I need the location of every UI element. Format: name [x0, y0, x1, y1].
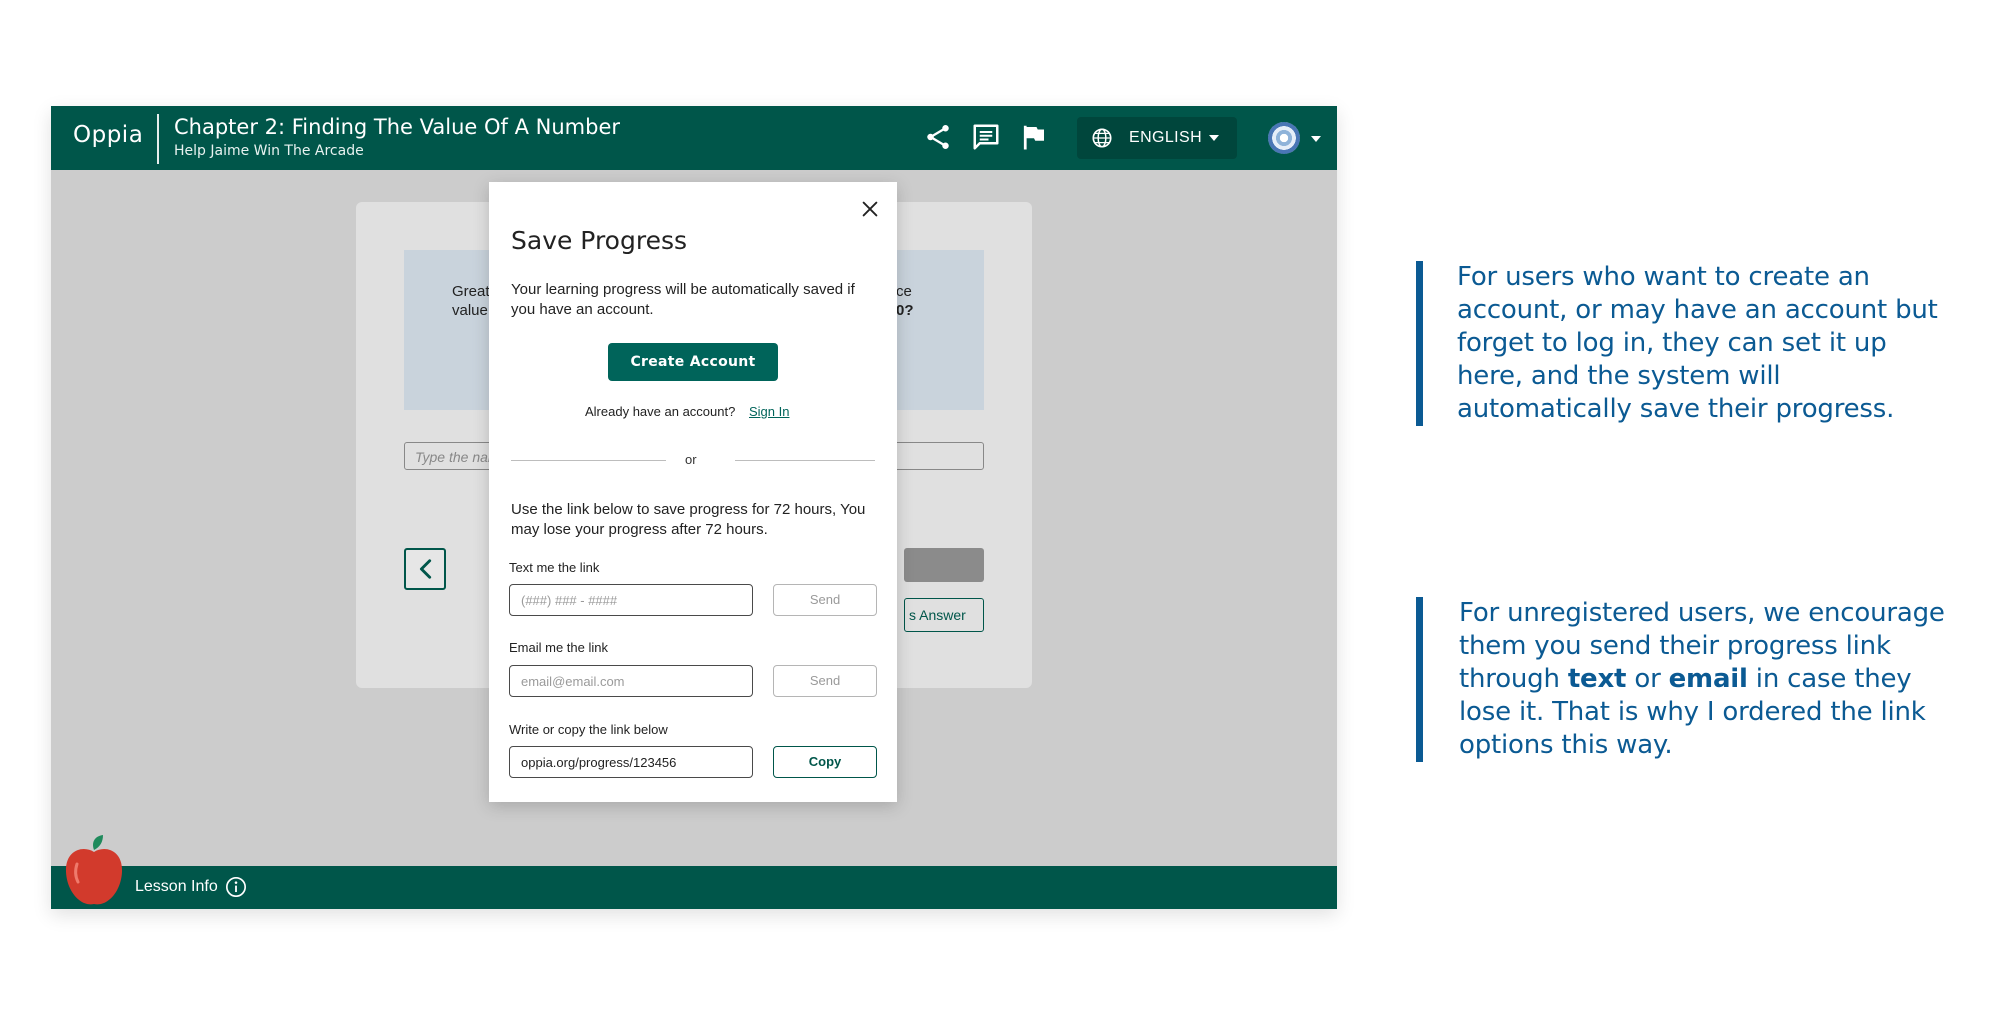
- or-divider-left: [511, 460, 666, 461]
- lesson-info-label[interactable]: Lesson Info: [135, 878, 218, 896]
- phone-input[interactable]: [509, 584, 753, 616]
- chevron-down-icon: [1209, 135, 1219, 141]
- continue-button[interactable]: [904, 548, 984, 582]
- info-icon[interactable]: [225, 876, 247, 898]
- annotation-text-word: text: [1567, 664, 1627, 694]
- progress-link-field[interactable]: [509, 746, 753, 778]
- email-input[interactable]: [509, 665, 753, 697]
- modal-title: Save Progress: [511, 226, 688, 255]
- question-line: Great: [452, 283, 490, 300]
- question-line: value: [452, 302, 488, 319]
- language-selector[interactable]: ENGLISH: [1077, 117, 1237, 159]
- annotation-account: For users who want to create an account,…: [1457, 262, 1938, 424]
- top-navigation-bar: Oppia Chapter 2: Finding The Value Of A …: [51, 106, 1337, 170]
- share-icon[interactable]: [923, 122, 953, 152]
- question-text-left: Great value: [452, 282, 490, 320]
- chapter-title: Chapter 2: Finding The Value Of A Number: [174, 115, 620, 139]
- email-link-label: Email me the link: [509, 640, 608, 655]
- globe-icon: [1092, 128, 1112, 148]
- annotation-bar-link-options: [1416, 597, 1423, 762]
- previous-answer-button[interactable]: s Answer: [904, 598, 984, 632]
- chevron-down-icon[interactable]: [1311, 136, 1321, 142]
- already-have-account-text: Already have an account?: [585, 404, 736, 419]
- text-link-label: Text me the link: [509, 560, 600, 575]
- oppia-app: Oppia Chapter 2: Finding The Value Of A …: [51, 106, 1337, 909]
- copy-link-label: Write or copy the link below: [509, 722, 668, 737]
- save-link-note: Use the link below to save progress for …: [511, 501, 866, 538]
- copy-link-button[interactable]: Copy: [773, 746, 877, 778]
- lesson-subtitle: Help Jaime Win The Arcade: [174, 143, 364, 159]
- flag-icon[interactable]: [1019, 122, 1049, 152]
- apple-icon: [65, 835, 123, 905]
- close-icon[interactable]: [859, 198, 881, 220]
- feedback-icon[interactable]: [971, 122, 1001, 152]
- annotation-email-word: email: [1668, 664, 1748, 694]
- or-divider-right: [735, 460, 875, 461]
- language-label: ENGLISH: [1129, 129, 1203, 146]
- chevron-left-icon: [419, 559, 432, 579]
- question-line: 0?: [896, 302, 914, 319]
- oppia-logo[interactable]: Oppia: [73, 122, 143, 148]
- or-divider-text: or: [685, 452, 697, 467]
- send-email-button[interactable]: Send: [773, 665, 877, 697]
- send-text-button[interactable]: Send: [773, 584, 877, 616]
- question-text-right: ce 0?: [896, 282, 914, 320]
- back-button[interactable]: [404, 548, 446, 590]
- annotation-bar-account: [1416, 261, 1423, 426]
- question-line: ce: [896, 283, 912, 300]
- create-account-button[interactable]: Create Account: [608, 343, 778, 381]
- header-divider: [157, 114, 159, 164]
- annotation-link-options: For unregistered users, we encourage the…: [1459, 597, 1969, 762]
- annotation-text: or: [1626, 664, 1669, 694]
- save-progress-modal: Save Progress Your learning progress wil…: [489, 182, 897, 802]
- modal-description: Your learning progress will be automatic…: [511, 281, 855, 318]
- sign-in-link[interactable]: Sign In: [749, 404, 789, 419]
- avatar[interactable]: [1268, 122, 1300, 154]
